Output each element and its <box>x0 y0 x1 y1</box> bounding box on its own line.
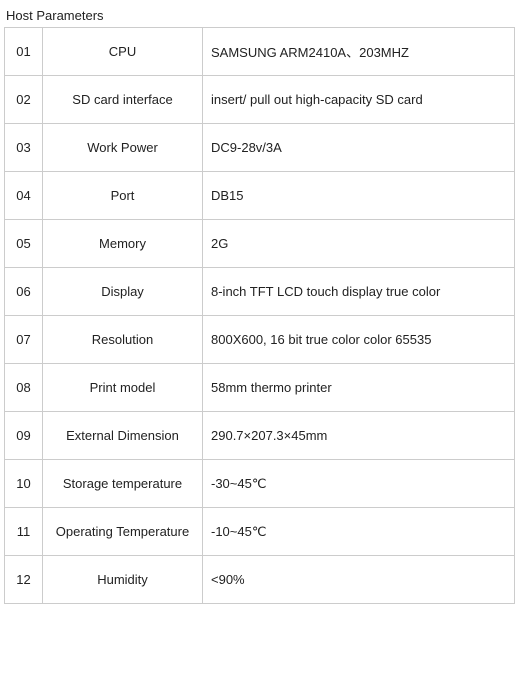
row-label: Resolution <box>43 316 203 364</box>
table-row: 03Work PowerDC9-28v/3A <box>5 124 515 172</box>
table-row: 09External Dimension290.7×207.3×45mm <box>5 412 515 460</box>
row-label: SD card interface <box>43 76 203 124</box>
row-label: Display <box>43 268 203 316</box>
row-number: 07 <box>5 316 43 364</box>
table-row: 01CPUSAMSUNG ARM2410A、203MHZ <box>5 28 515 76</box>
row-label: Port <box>43 172 203 220</box>
row-value: 2G <box>203 220 515 268</box>
row-value: SAMSUNG ARM2410A、203MHZ <box>203 28 515 76</box>
row-number: 01 <box>5 28 43 76</box>
row-value: 8-inch TFT LCD touch display true color <box>203 268 515 316</box>
table-row: 12Humidity<90% <box>5 556 515 604</box>
row-label: External Dimension <box>43 412 203 460</box>
row-number: 10 <box>5 460 43 508</box>
table-row: 02SD card interfaceinsert/ pull out high… <box>5 76 515 124</box>
row-number: 06 <box>5 268 43 316</box>
row-value: -30~45℃ <box>203 460 515 508</box>
row-value: DC9-28v/3A <box>203 124 515 172</box>
row-number: 08 <box>5 364 43 412</box>
row-label: CPU <box>43 28 203 76</box>
row-label: Operating Temperature <box>43 508 203 556</box>
page-wrapper: Host Parameters 01CPUSAMSUNG ARM2410A、20… <box>0 0 519 612</box>
row-value: <90% <box>203 556 515 604</box>
table-row: 11Operating Temperature-10~45℃ <box>5 508 515 556</box>
parameters-table: 01CPUSAMSUNG ARM2410A、203MHZ02SD card in… <box>4 27 515 604</box>
table-row: 07Resolution800X600, 16 bit true color c… <box>5 316 515 364</box>
row-value: -10~45℃ <box>203 508 515 556</box>
row-number: 02 <box>5 76 43 124</box>
row-value: 290.7×207.3×45mm <box>203 412 515 460</box>
row-value: insert/ pull out high-capacity SD card <box>203 76 515 124</box>
row-number: 04 <box>5 172 43 220</box>
row-number: 03 <box>5 124 43 172</box>
row-label: Storage temperature <box>43 460 203 508</box>
table-row: 06Display8-inch TFT LCD touch display tr… <box>5 268 515 316</box>
row-label: Work Power <box>43 124 203 172</box>
table-row: 10Storage temperature-30~45℃ <box>5 460 515 508</box>
row-value: 58mm thermo printer <box>203 364 515 412</box>
row-number: 05 <box>5 220 43 268</box>
row-number: 11 <box>5 508 43 556</box>
row-label: Print model <box>43 364 203 412</box>
row-number: 09 <box>5 412 43 460</box>
row-value: 800X600, 16 bit true color color 65535 <box>203 316 515 364</box>
table-row: 08Print model58mm thermo printer <box>5 364 515 412</box>
row-value: DB15 <box>203 172 515 220</box>
row-label: Humidity <box>43 556 203 604</box>
row-number: 12 <box>5 556 43 604</box>
table-row: 05Memory2G <box>5 220 515 268</box>
section-title: Host Parameters <box>4 8 515 23</box>
table-row: 04PortDB15 <box>5 172 515 220</box>
row-label: Memory <box>43 220 203 268</box>
